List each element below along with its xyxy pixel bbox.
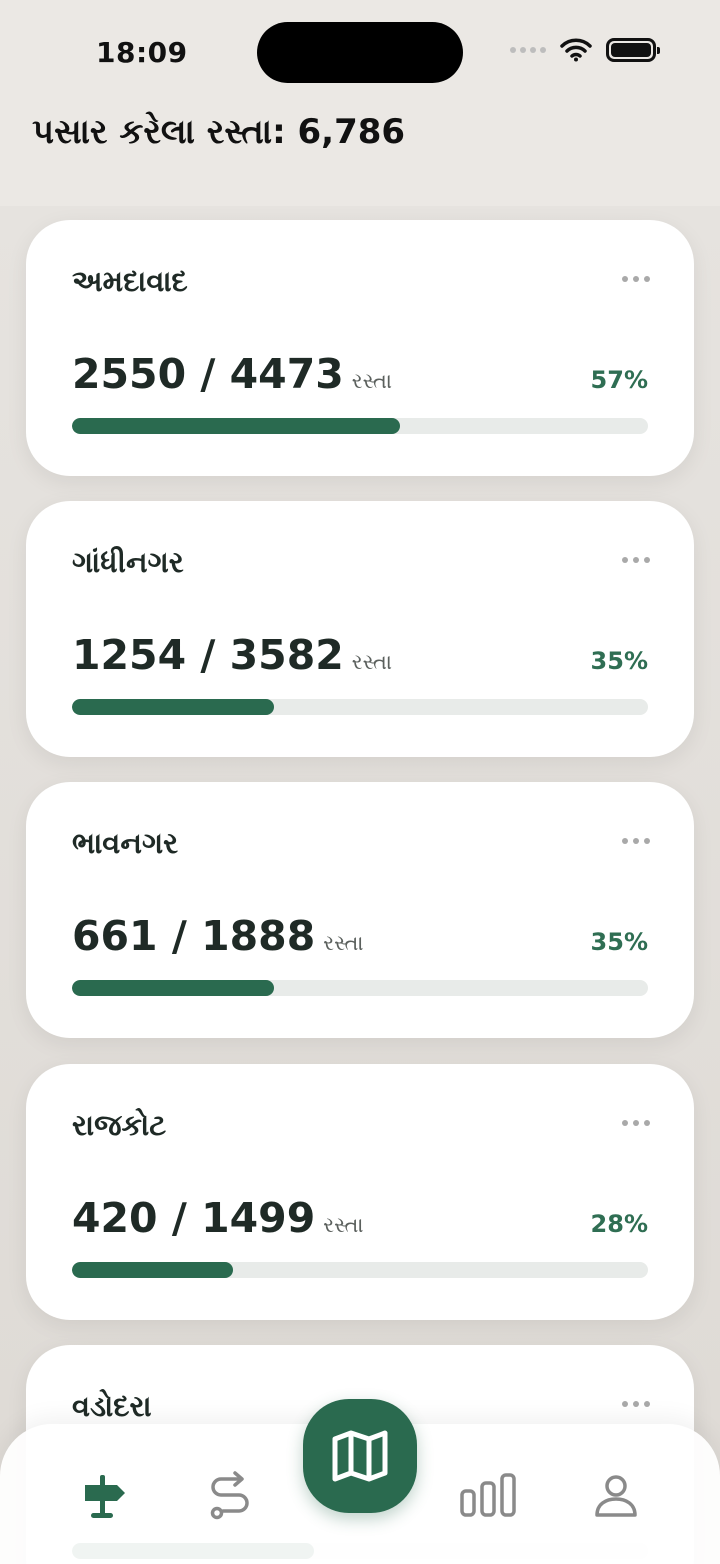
profile-icon [595,1475,637,1517]
page-title: પસાર કરેલા રસ્તા: 6,786 [32,112,406,152]
battery-icon [606,38,660,62]
city-card[interactable]: રાજકોટ 420 / 1499 રસ્તા 28% [26,1064,694,1320]
street-count: 661 / 1888 રસ્તા [72,912,364,960]
more-options-icon[interactable] [622,838,650,844]
progress-track [72,980,648,996]
progress-fill [72,699,274,715]
status-time: 18:09 [96,36,188,69]
signpost-icon [85,1475,125,1518]
progress-percent: 35% [590,928,648,956]
route-icon [210,1471,249,1520]
street-unit: રસ્તા [323,931,364,955]
street-count: 420 / 1499 રસ્તા [72,1194,364,1242]
street-unit: રસ્તા [351,369,393,393]
progress-track [72,699,648,715]
progress-fill [72,980,274,996]
more-options-icon[interactable] [622,557,650,563]
street-unit: રસ્તા [323,1213,364,1237]
wifi-icon [560,38,592,62]
tab-profile[interactable] [580,1460,652,1532]
progress-percent: 57% [590,366,648,394]
city-card[interactable]: ભાવનગર 661 / 1888 રસ્તા 35% [26,782,694,1038]
stats-icon [460,1473,516,1517]
street-unit: રસ્તા [351,650,393,674]
more-options-icon[interactable] [622,1401,650,1407]
city-card[interactable]: ગાંધીનગર 1254 / 3582 રસ્તા 35% [26,501,694,757]
progress-fill [72,418,401,434]
dynamic-island [257,22,463,83]
city-name: રાજકોટ [72,1108,167,1142]
city-card[interactable]: અમદાવાદ 2550 / 4473 રસ્તા 57% [26,220,694,476]
progress-track [72,418,648,434]
city-name: ભાવનગર [72,826,179,860]
map-button[interactable] [303,1399,417,1513]
street-count: 2550 / 4473 રસ્તા [72,350,393,398]
city-name: અમદાવાદ [72,264,188,298]
cellular-signal-icon [510,47,546,53]
progress-percent: 28% [590,1210,648,1238]
street-count: 1254 / 3582 રસ્તા [72,631,393,679]
tab-routes[interactable] [194,1460,266,1532]
more-options-icon[interactable] [622,1120,650,1126]
status-icons [510,38,660,62]
status-bar: 18:09 [0,0,720,100]
progress-track [72,1262,648,1278]
city-list[interactable]: અમદાવાદ 2550 / 4473 રસ્તા 57% ગાંધીનગર 12… [0,206,720,1564]
city-name: ગાંધીનગર [72,545,184,579]
more-options-icon[interactable] [622,276,650,282]
progress-percent: 35% [590,647,648,675]
city-name: વડોદરા [72,1389,152,1423]
map-icon [332,1430,388,1482]
progress-fill [72,1262,234,1278]
tab-cities[interactable] [68,1460,140,1532]
tab-stats[interactable] [452,1460,524,1532]
